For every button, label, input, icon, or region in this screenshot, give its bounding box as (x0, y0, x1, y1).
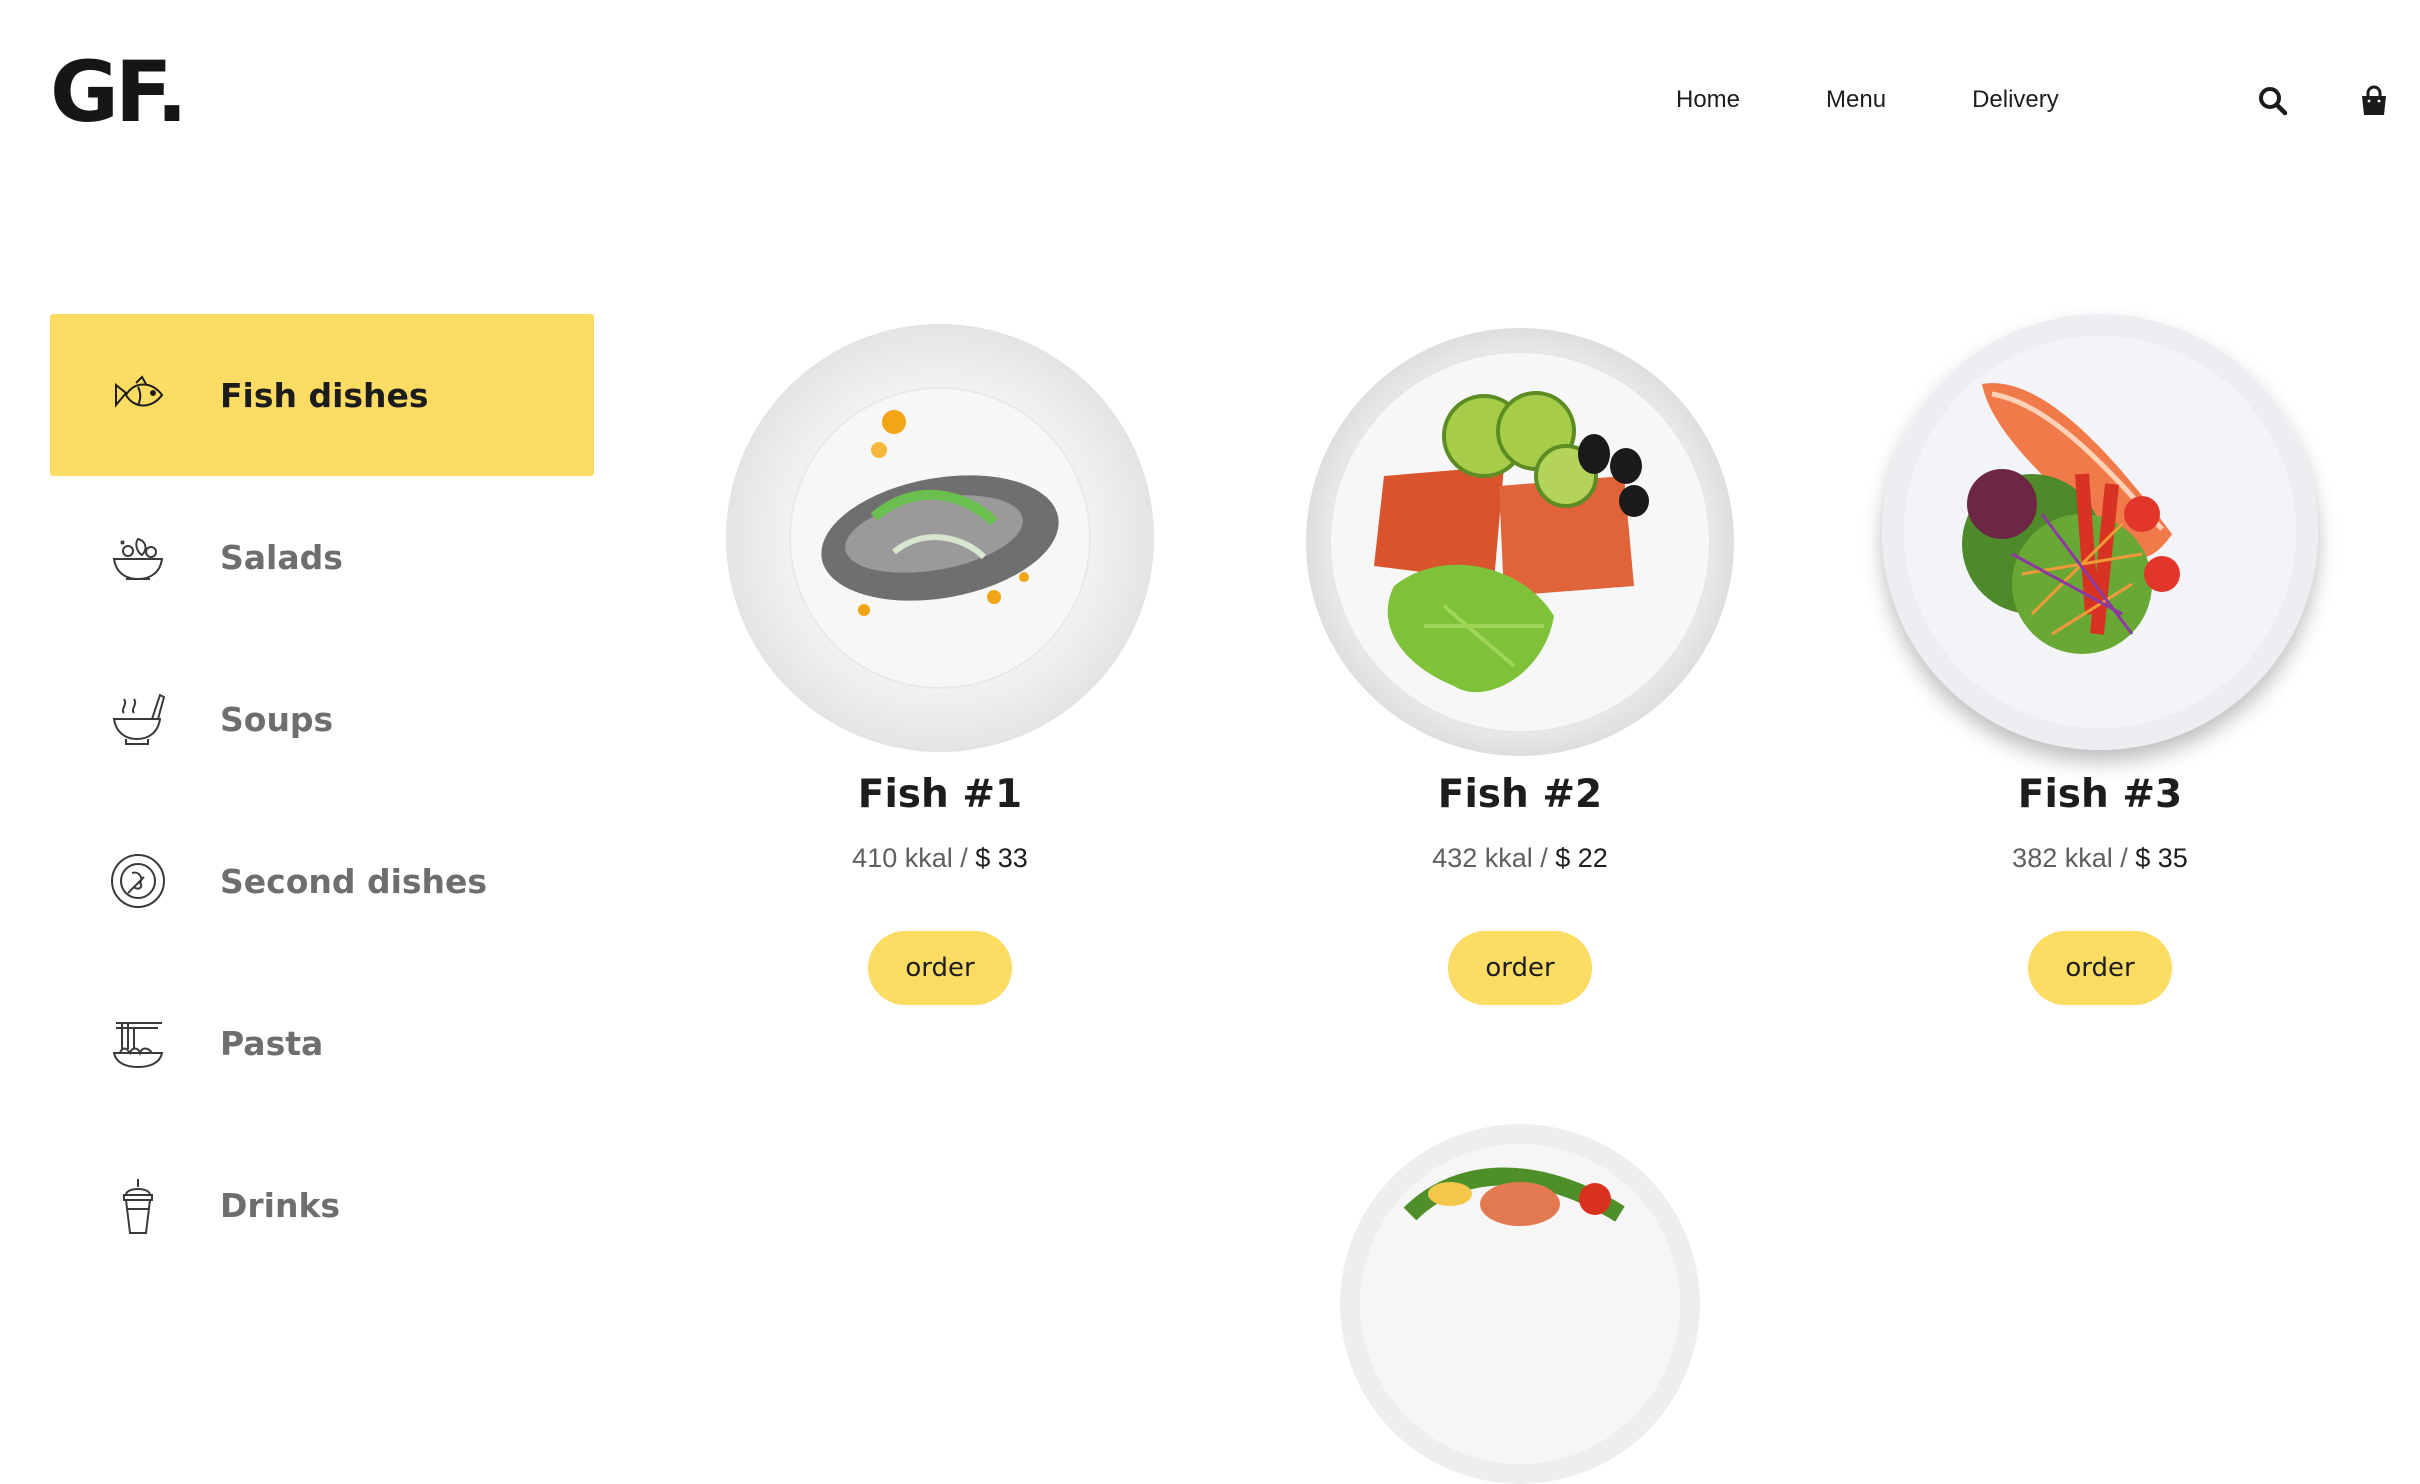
dish-calories: 410 kkal (852, 843, 953, 873)
dish-card-3: Fish #3 382 kkal / $ 35 order (1870, 0, 2330, 1219)
category-salads[interactable]: Salads (50, 476, 594, 638)
category-label: Soups (220, 699, 334, 739)
dish-price: $ 35 (2135, 843, 2188, 873)
dish-separator: / (2112, 843, 2136, 873)
category-label: Pasta (220, 1023, 324, 1063)
dish-card-1: Fish #1 410 kkal / $ 33 order (710, 0, 1170, 1219)
dish-photo-partial (1340, 1124, 1700, 1484)
category-fish-dishes[interactable]: Fish dishes (50, 314, 594, 476)
logo[interactable]: GF. (50, 50, 188, 134)
dish-photo-fish-1 (724, 322, 1156, 754)
dish-price: $ 22 (1555, 843, 1608, 873)
pasta-icon (108, 1013, 168, 1073)
order-button[interactable]: order (2028, 931, 2172, 1005)
dish-separator: / (952, 843, 976, 873)
dish-name: Fish #1 (857, 772, 1023, 817)
dish-calories: 382 kkal (2012, 843, 2113, 873)
dish-photo-fish-2 (1304, 326, 1736, 758)
fish-icon (108, 365, 168, 425)
dish-calories: 432 kkal (1432, 843, 1533, 873)
category-label: Salads (220, 537, 343, 577)
category-label: Second dishes (220, 861, 488, 901)
shopping-bag-icon[interactable] (2357, 84, 2391, 118)
dish-price: $ 33 (975, 843, 1028, 873)
dish-name: Fish #3 (2017, 772, 2183, 817)
dish-separator: / (1532, 843, 1556, 873)
dish-meta: 432 kkal / $ 22 (1290, 843, 1750, 874)
dish-meta: 410 kkal / $ 33 (710, 843, 1170, 874)
category-soups[interactable]: Soups (50, 638, 594, 800)
category-pasta[interactable]: Pasta (50, 962, 594, 1124)
dish-name: Fish #2 (1437, 772, 1603, 817)
category-drinks[interactable]: Drinks (50, 1124, 594, 1286)
plate-dish-icon (108, 851, 168, 911)
order-button[interactable]: order (1448, 931, 1592, 1005)
dish-card-2: Fish #2 432 kkal / $ 22 order (1290, 0, 1750, 1219)
salad-bowl-icon (108, 527, 168, 587)
category-label: Fish dishes (220, 375, 429, 415)
category-second-dishes[interactable]: Second dishes (50, 800, 594, 962)
dish-meta: 382 kkal / $ 35 (1870, 843, 2330, 874)
dish-photo-fish-3 (1882, 314, 2318, 750)
order-button[interactable]: order (868, 931, 1012, 1005)
soup-bowl-icon (108, 689, 168, 749)
drink-cup-icon (108, 1175, 168, 1235)
